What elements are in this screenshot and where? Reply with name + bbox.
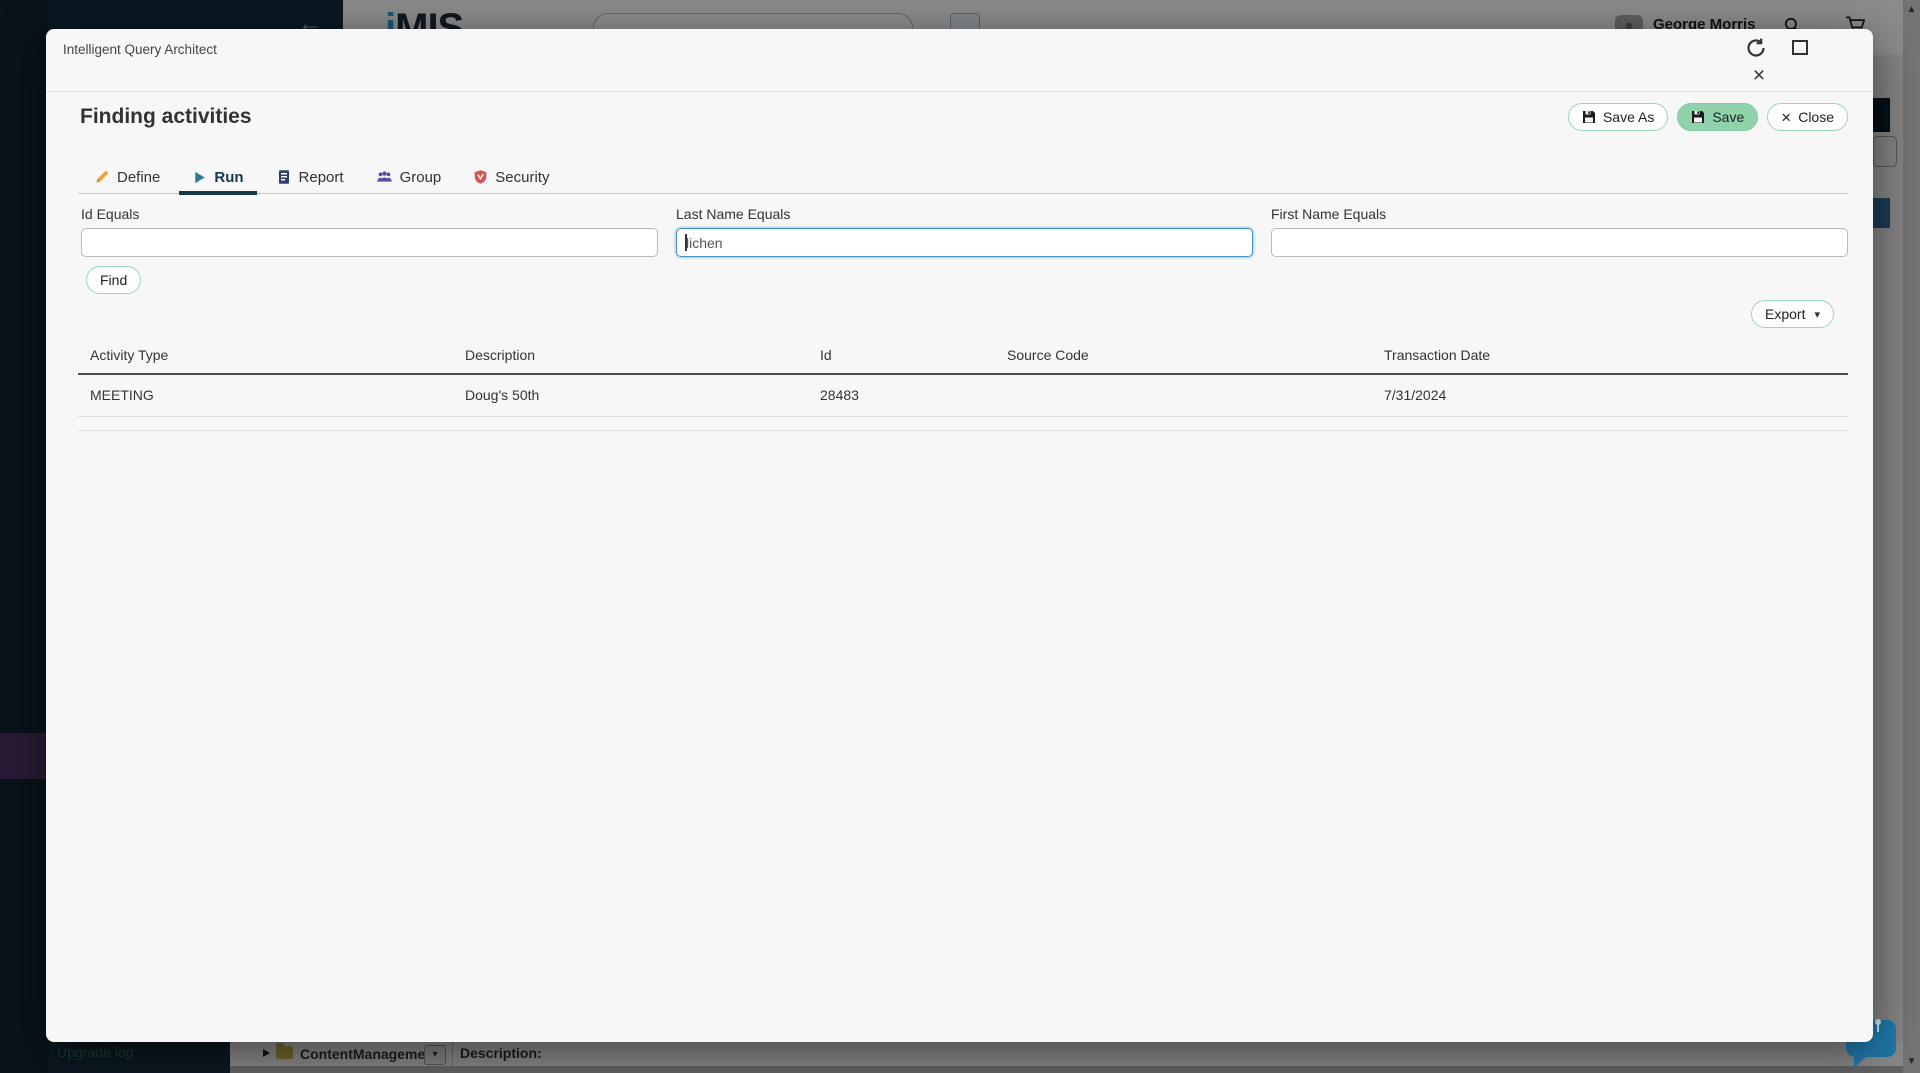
text-cursor: [685, 234, 687, 251]
pencil-icon: [94, 169, 110, 185]
field-last-name-equals: Last Name Equals: [676, 206, 1253, 257]
save-label: Save: [1712, 109, 1744, 125]
export-label: Export: [1765, 306, 1805, 322]
field-first-name-equals: First Name Equals: [1271, 206, 1848, 257]
caret-down-icon: ▾: [1814, 308, 1820, 321]
refresh-icon[interactable]: [1744, 36, 1768, 60]
play-icon: [192, 170, 207, 185]
save-icon: [1582, 110, 1596, 124]
group-icon: [376, 169, 393, 185]
save-as-label: Save As: [1603, 109, 1654, 125]
field-id-equals: Id Equals: [81, 206, 658, 257]
tab-security[interactable]: Security: [460, 160, 562, 194]
export-button[interactable]: Export ▾: [1751, 300, 1834, 328]
page-title: Finding activities: [80, 105, 252, 129]
cell-transaction-date: 7/31/2024: [1372, 374, 1848, 417]
close-button[interactable]: × Close: [1767, 103, 1848, 131]
save-as-button[interactable]: Save As: [1568, 103, 1668, 131]
results-table: Activity Type Description Id Source Code…: [78, 339, 1848, 431]
table-header-row: Activity Type Description Id Source Code…: [78, 339, 1848, 374]
tab-security-label: Security: [495, 169, 549, 186]
dialog-title: Intelligent Query Architect: [63, 42, 217, 57]
find-button[interactable]: Find: [86, 266, 141, 294]
close-label: Close: [1798, 109, 1834, 125]
save-icon: [1691, 110, 1705, 124]
id-equals-input[interactable]: [81, 228, 658, 257]
cell-activity-type: MEETING: [78, 374, 453, 417]
col-transaction-date[interactable]: Transaction Date: [1372, 339, 1848, 374]
find-label: Find: [100, 272, 127, 288]
id-equals-label: Id Equals: [81, 206, 658, 222]
tab-define[interactable]: Define: [81, 160, 173, 194]
tab-bar: Define Run Report Group Security: [78, 160, 1848, 194]
cell-description: Doug's 50th: [453, 374, 808, 417]
chatbot-antenna: [1877, 1024, 1879, 1032]
query-filter-form: Id Equals Last Name Equals First Name Eq…: [81, 206, 1848, 257]
shield-icon: [473, 169, 488, 185]
query-architect-dialog: Intelligent Query Architect × Finding ac…: [46, 29, 1873, 1042]
tab-report[interactable]: Report: [263, 160, 357, 194]
tab-define-label: Define: [117, 169, 160, 186]
first-name-equals-label: First Name Equals: [1271, 206, 1848, 222]
table-footer-spacer: [78, 417, 1848, 431]
col-id[interactable]: Id: [808, 339, 995, 374]
col-source-code[interactable]: Source Code: [995, 339, 1372, 374]
tab-group[interactable]: Group: [363, 160, 455, 194]
col-activity-type[interactable]: Activity Type: [78, 339, 453, 374]
tab-report-label: Report: [299, 169, 344, 186]
dialog-actions: Save As Save × Close: [1568, 103, 1848, 131]
table-row[interactable]: MEETING Doug's 50th 28483 7/31/2024: [78, 374, 1848, 417]
cell-source-code: [995, 374, 1372, 417]
dialog-close-icon[interactable]: ×: [1748, 65, 1770, 87]
last-name-equals-input[interactable]: [676, 228, 1253, 257]
report-icon: [276, 169, 292, 185]
last-name-equals-label: Last Name Equals: [676, 206, 1253, 222]
first-name-equals-input[interactable]: [1271, 228, 1848, 257]
maximize-icon[interactable]: [1792, 40, 1808, 55]
col-description[interactable]: Description: [453, 339, 808, 374]
dialog-title-bar[interactable]: Intelligent Query Architect ×: [46, 29, 1873, 92]
tab-group-label: Group: [400, 169, 442, 186]
cell-id: 28483: [808, 374, 995, 417]
tab-run[interactable]: Run: [179, 160, 256, 194]
tab-run-label: Run: [214, 169, 243, 186]
close-x-icon: ×: [1781, 109, 1791, 126]
save-button[interactable]: Save: [1677, 103, 1758, 131]
